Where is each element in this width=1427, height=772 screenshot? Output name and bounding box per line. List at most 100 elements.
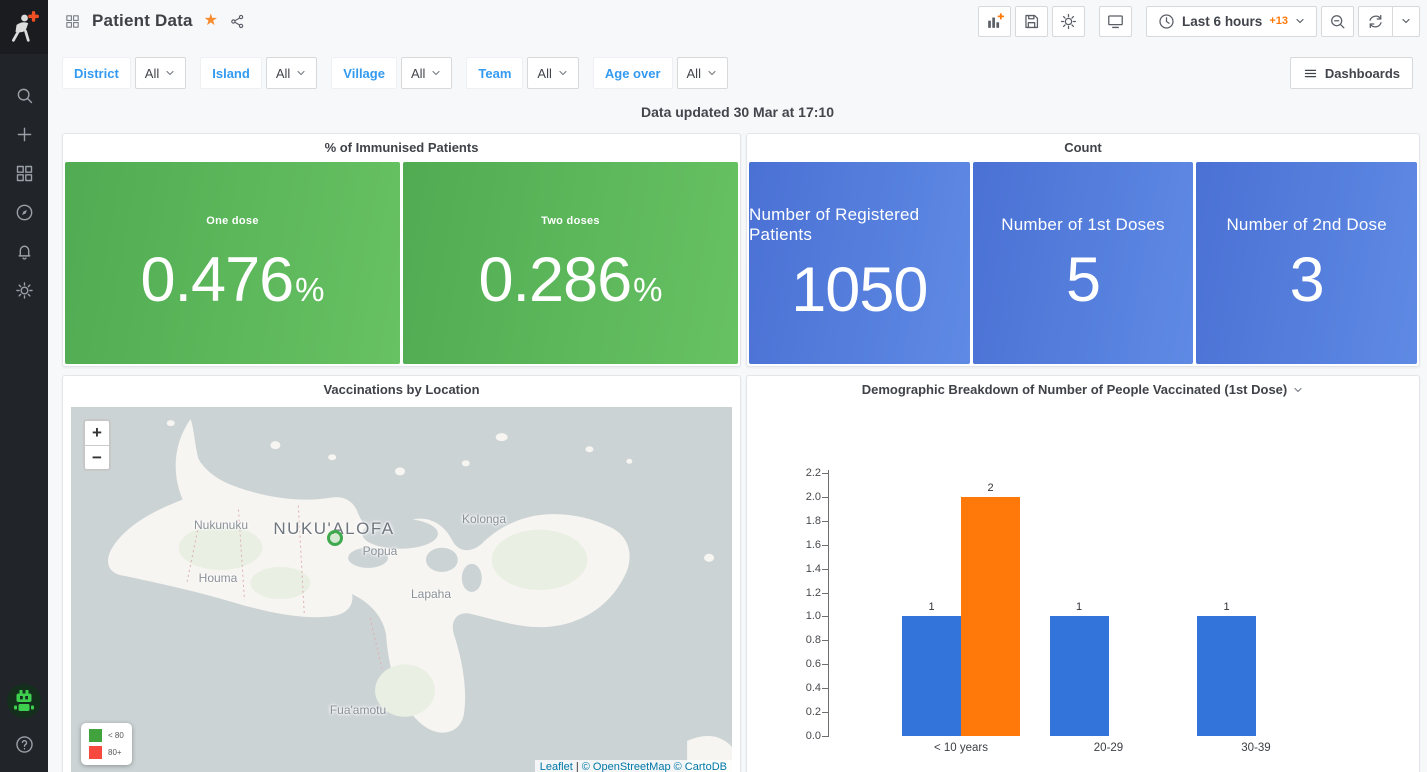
chevron-down-icon bbox=[1292, 384, 1304, 396]
y-tick-mark bbox=[822, 640, 828, 641]
filter-value-dropdown[interactable]: All bbox=[527, 57, 578, 89]
panel-count: Count Number of Registered Patients1050N… bbox=[746, 133, 1420, 367]
map-zoom-in-button[interactable]: + bbox=[85, 421, 109, 445]
time-range-picker[interactable]: Last 6 hours +13 bbox=[1146, 6, 1317, 37]
map-zoom-out-button[interactable]: − bbox=[85, 445, 109, 469]
stat-label: Two doses bbox=[541, 215, 600, 227]
org-runner-logo[interactable] bbox=[0, 0, 48, 54]
filter-value-dropdown[interactable]: All bbox=[677, 57, 728, 89]
toolbar: Last 6 hours +13 bbox=[978, 6, 1420, 37]
attribution-link[interactable]: © CartoDB bbox=[671, 761, 727, 772]
filter-row: DistrictAllIslandAllVillageAllTeamAllAge… bbox=[62, 57, 1420, 89]
stat-tile-count-1: Number of 1st Doses5 bbox=[973, 162, 1194, 364]
stat-tile-immunised-0: One dose0.476% bbox=[65, 162, 400, 364]
y-tick-label: 1.4 bbox=[787, 563, 821, 575]
bar-orange-0 bbox=[961, 497, 1020, 736]
filter-age-over: Age overAll bbox=[593, 57, 728, 89]
map-place-label: Fua'amotu bbox=[330, 703, 386, 717]
map-place-label: Lapaha bbox=[411, 587, 451, 601]
y-tick-mark bbox=[822, 497, 828, 498]
sidebar-item-alerting[interactable] bbox=[2, 242, 46, 266]
stat-unit: % bbox=[633, 273, 662, 306]
attribution-link[interactable]: © OpenStreetMap bbox=[582, 761, 671, 772]
y-tick-mark bbox=[822, 593, 828, 594]
bar-value-label: 1 bbox=[1076, 601, 1082, 613]
sidebar-item-explore[interactable] bbox=[2, 203, 46, 227]
data-updated-text: Data updated 30 Mar at 17:10 bbox=[48, 104, 1427, 120]
filter-district: DistrictAll bbox=[62, 57, 186, 89]
explore-icon bbox=[14, 202, 35, 228]
legend-item: 80+ bbox=[89, 746, 124, 759]
settings-icon bbox=[14, 280, 35, 306]
y-tick-label: 1.0 bbox=[787, 610, 821, 622]
sidebar-item-dashboards[interactable] bbox=[2, 164, 46, 188]
sidebar-item-create[interactable] bbox=[2, 125, 46, 149]
panel-demographic-breakdown: Demographic Breakdown of Number of Peopl… bbox=[746, 375, 1420, 772]
bar-blue-0 bbox=[902, 616, 961, 736]
y-tick-mark bbox=[822, 712, 828, 713]
bar-value-label: 1 bbox=[928, 601, 934, 613]
stat-value: 0.286% bbox=[479, 249, 663, 312]
grafana-dashboard: Patient Data ★ Last 6 hours +13 bbox=[0, 0, 1427, 772]
y-tick-mark bbox=[822, 688, 828, 689]
y-tick-label: 0.4 bbox=[787, 682, 821, 694]
legend-item: < 80 bbox=[89, 729, 124, 742]
y-tick-label: 2.0 bbox=[787, 491, 821, 503]
x-category-label: 30-39 bbox=[1241, 742, 1270, 754]
y-axis bbox=[828, 470, 829, 737]
legend-swatch bbox=[89, 729, 102, 742]
y-tick-mark bbox=[822, 521, 828, 522]
attribution-separator: | bbox=[573, 761, 582, 772]
dashboard-submenu: DistrictAllIslandAllVillageAllTeamAllAge… bbox=[62, 57, 1420, 89]
refresh-button[interactable] bbox=[1359, 7, 1392, 36]
search-icon bbox=[14, 85, 35, 111]
filter-value-dropdown[interactable]: All bbox=[401, 57, 452, 89]
add-panel-button[interactable] bbox=[978, 6, 1011, 37]
panel-title-map[interactable]: Vaccinations by Location bbox=[63, 376, 740, 403]
legend-label: 80+ bbox=[108, 748, 122, 757]
refresh-interval-dropdown[interactable] bbox=[1392, 7, 1419, 36]
panel-title-immunised[interactable]: % of Immunised Patients bbox=[63, 134, 740, 161]
map-place-label: Popua bbox=[363, 544, 398, 558]
stat-unit: % bbox=[295, 273, 324, 306]
filter-label: District bbox=[62, 57, 131, 89]
stat-value: 0.476% bbox=[141, 249, 325, 312]
count-stat-tiles: Number of Registered Patients1050Number … bbox=[749, 162, 1417, 364]
sidebar-item-configuration[interactable] bbox=[2, 281, 46, 305]
y-tick-label: 1.8 bbox=[787, 515, 821, 527]
save-dashboard-button[interactable] bbox=[1015, 6, 1048, 37]
y-tick-label: 2.2 bbox=[787, 467, 821, 479]
leaflet-map[interactable]: + − NukunukuNUKU'ALOFAPopuaKolongaHoumaL… bbox=[71, 407, 732, 772]
panel-title-demographics[interactable]: Demographic Breakdown of Number of Peopl… bbox=[747, 376, 1419, 403]
user-avatar[interactable] bbox=[7, 684, 41, 718]
map-place-label: Houma bbox=[199, 571, 238, 585]
filter-value: All bbox=[687, 66, 701, 81]
attribution-link[interactable]: Leaflet bbox=[540, 761, 573, 772]
filter-value: All bbox=[276, 66, 290, 81]
filter-island: IslandAll bbox=[200, 57, 317, 89]
y-tick-label: 1.2 bbox=[787, 587, 821, 599]
help-icon[interactable] bbox=[2, 732, 46, 756]
sidebar-item-search[interactable] bbox=[2, 86, 46, 110]
plus-icon bbox=[14, 124, 35, 150]
share-icon[interactable] bbox=[229, 13, 246, 30]
y-tick-mark bbox=[822, 473, 828, 474]
cycle-view-mode-button[interactable] bbox=[1099, 6, 1132, 37]
zoom-out-button[interactable] bbox=[1321, 6, 1354, 37]
filter-value-dropdown[interactable]: All bbox=[266, 57, 317, 89]
stat-number: 0.476 bbox=[141, 249, 294, 312]
page-title[interactable]: Patient Data bbox=[92, 11, 193, 31]
time-range-offset: +13 bbox=[1269, 15, 1288, 27]
stat-tile-count-0: Number of Registered Patients1050 bbox=[749, 162, 970, 364]
menu-icon bbox=[1303, 66, 1318, 81]
panel-title-count[interactable]: Count bbox=[747, 134, 1419, 161]
filter-value-dropdown[interactable]: All bbox=[135, 57, 186, 89]
dashboards-button[interactable]: Dashboards bbox=[1290, 57, 1413, 89]
y-tick-label: 0.8 bbox=[787, 634, 821, 646]
panel-vaccinations-map: Vaccinations by Location bbox=[62, 375, 741, 772]
y-tick-mark bbox=[822, 545, 828, 546]
stat-value: 5 bbox=[1066, 249, 1100, 312]
dashboard-settings-button[interactable] bbox=[1052, 6, 1085, 37]
favorite-star-icon[interactable]: ★ bbox=[204, 13, 218, 29]
bar-value-label: 2 bbox=[987, 482, 993, 494]
